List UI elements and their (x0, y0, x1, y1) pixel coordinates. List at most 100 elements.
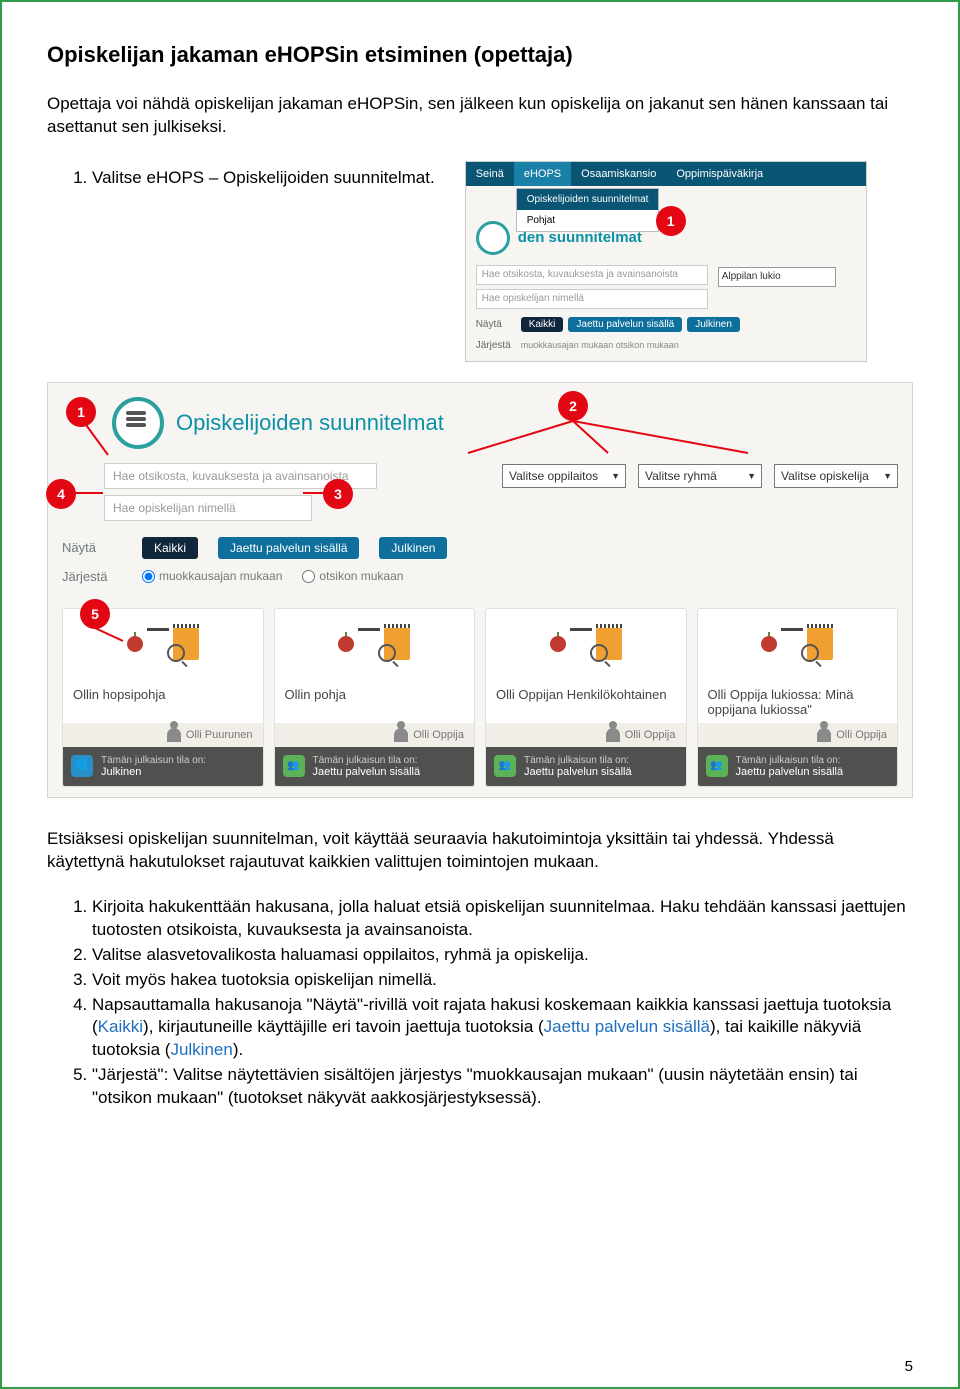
nav-osaamiskansio[interactable]: Osaamiskansio (571, 162, 666, 186)
instruction-list: Kirjoita hakukenttään hakusana, jolla ha… (47, 896, 913, 1110)
top-step-list: Valitse eHOPS – Opiskelijoiden suunnitel… (47, 167, 435, 192)
person-icon (167, 728, 181, 742)
marker-main-2: 2 (558, 391, 588, 421)
binder-icon (147, 628, 169, 659)
i4-part-d: ). (233, 1040, 243, 1059)
screenshot-nav: Seinä eHOPS Osaamiskansio Oppimispäiväki… (465, 161, 867, 362)
result-cards: Ollin hopsipohja Olli Puurunen 🌐 Tämän j… (62, 608, 898, 787)
tag-julkinen[interactable]: Julkinen (379, 537, 447, 559)
i4-part-b: ), kirjautuneille käyttäjille eri tavoin… (143, 1017, 544, 1036)
card-title: Olli Oppija lukiossa: Minä oppijana luki… (698, 679, 898, 723)
result-card[interactable]: Olli Oppijan Henkilökohtainen Olli Oppij… (485, 608, 687, 787)
instruction-3: Voit myös hakea tuotoksia opiskelijan ni… (92, 969, 913, 992)
radio-otsikko-input[interactable] (302, 570, 315, 583)
mini-pill-julkinen[interactable]: Julkinen (687, 317, 740, 332)
card-footer: 👥 Tämän julkaisun tila on: Jaettu palvel… (698, 747, 898, 786)
nayta-row: Näytä Kaikki Jaettu palvelun sisällä Jul… (62, 537, 898, 559)
mini-pill-jaettu[interactable]: Jaettu palvelun sisällä (568, 317, 682, 332)
card-author-row: Olli Puurunen (63, 723, 263, 747)
card-footer-value: Jaettu palvelun sisällä (313, 766, 421, 778)
person-icon (606, 728, 620, 742)
apple-icon (761, 636, 777, 652)
instruction-2: Valitse alasvetovalikosta haluamasi oppi… (92, 944, 913, 967)
card-footer-text: Tämän julkaisun tila on: Jaettu palvelun… (524, 755, 632, 778)
mini-pill-kaikki[interactable]: Kaikki (521, 317, 564, 332)
globe-icon: 🌐 (71, 755, 93, 777)
mini-page-title-text: den suunnitelmat (518, 229, 642, 246)
jarjesta-row: Järjestä muokkausajan mukaan otsikon muk… (62, 569, 898, 584)
card-footer: 👥 Tämän julkaisun tila on: Jaettu palvel… (486, 747, 686, 786)
nayta-label: Näytä (62, 540, 122, 555)
nav-bar: Seinä eHOPS Osaamiskansio Oppimispäiväki… (466, 162, 866, 186)
card-author-row: Olli Oppija (486, 723, 686, 747)
notebook-icon (384, 628, 410, 660)
apple-icon (127, 636, 143, 652)
card-author: Olli Oppija (836, 729, 887, 741)
notebook-icon (807, 628, 833, 660)
card-footer-text: Tämän julkaisun tila on: Julkinen (101, 755, 206, 778)
apple-icon (338, 636, 354, 652)
instruction-5: "Järjestä": Valitse näytettävien sisältö… (92, 1064, 913, 1110)
card-author: Olli Oppija (413, 729, 464, 741)
select-oppilaitos[interactable]: Valitse oppilaitos (502, 464, 626, 488)
card-title: Ollin hopsipohja (63, 679, 263, 723)
radio-otsikko-label: otsikon mukaan (319, 569, 403, 583)
mini-search-2[interactable]: Hae opiskelijan nimellä (476, 289, 708, 309)
card-title: Olli Oppijan Henkilökohtainen (486, 679, 686, 723)
mini-search-1[interactable]: Hae otsikosta, kuvauksesta ja avainsanoi… (476, 265, 708, 285)
radio-muokkausaika[interactable]: muokkausajan mukaan (142, 569, 282, 583)
search-row-1: Hae otsikosta, kuvauksesta ja avainsanoi… (62, 463, 898, 489)
i4-link-kaikki: Kaikki (98, 1017, 143, 1036)
binder-icon (570, 628, 592, 659)
tag-kaikki[interactable]: Kaikki (142, 537, 198, 559)
nav-oppimispaivakirja[interactable]: Oppimispäiväkirja (666, 162, 773, 186)
tag-jaettu[interactable]: Jaettu palvelun sisällä (218, 537, 359, 559)
card-footer-label: Tämän julkaisun tila on: (736, 755, 844, 766)
result-card[interactable]: Ollin pohja Olli Oppija 👥 Tämän julkaisu… (274, 608, 476, 787)
card-footer-text: Tämän julkaisun tila on: Jaettu palvelun… (313, 755, 421, 778)
page-number: 5 (905, 1358, 913, 1375)
top-step-row: Valitse eHOPS – Opiskelijoiden suunnitel… (47, 161, 913, 362)
result-card[interactable]: Ollin hopsipohja Olli Puurunen 🌐 Tämän j… (62, 608, 264, 787)
jarjesta-label: Järjestä (62, 569, 122, 584)
card-author-row: Olli Oppija (698, 723, 898, 747)
card-author: Olli Oppija (625, 729, 676, 741)
card-thumbnail (275, 609, 475, 679)
search-input-name[interactable]: Hae opiskelijan nimellä (104, 495, 312, 521)
card-author: Olli Puurunen (186, 729, 253, 741)
card-footer: 🌐 Tämän julkaisun tila on: Julkinen (63, 747, 263, 786)
card-footer-label: Tämän julkaisun tila on: (101, 755, 206, 766)
card-title: Ollin pohja (275, 679, 475, 723)
magnifier-icon (590, 644, 608, 662)
notebook-icon (596, 628, 622, 660)
intro-paragraph: Opettaja voi nähdä opiskelijan jakaman e… (47, 93, 913, 139)
binder-icon (781, 628, 803, 659)
marker-main-5: 5 (80, 599, 110, 629)
mini-school-select[interactable]: Alppilan lukio (718, 267, 836, 287)
group-icon: 👥 (283, 755, 305, 777)
main-title-text: Opiskelijoiden suunnitelmat (176, 410, 444, 436)
radio-otsikko[interactable]: otsikon mukaan (302, 569, 403, 583)
mini-jarj-label: Järjestä (476, 340, 516, 351)
marker-main-4: 4 (46, 479, 76, 509)
card-footer-label: Tämän julkaisun tila on: (524, 755, 632, 766)
card-thumbnail (698, 609, 898, 679)
nav-seina[interactable]: Seinä (466, 162, 514, 186)
nav-ehops[interactable]: eHOPS (514, 162, 571, 186)
card-footer-text: Tämän julkaisun tila on: Jaettu palvelun… (736, 755, 844, 778)
select-ryhma[interactable]: Valitse ryhmä (638, 464, 762, 488)
instruction-1: Kirjoita hakukenttään hakusana, jolla ha… (92, 896, 913, 942)
dropdown-opiskelijoiden[interactable]: Opiskelijoiden suunnitelmat (517, 189, 659, 210)
group-icon: 👥 (706, 755, 728, 777)
card-author-row: Olli Oppija (275, 723, 475, 747)
card-footer-value: Julkinen (101, 766, 206, 778)
person-icon (817, 728, 831, 742)
result-card[interactable]: Olli Oppija lukiossa: Minä oppijana luki… (697, 608, 899, 787)
dropdown-pohjat[interactable]: Pohjat (517, 210, 659, 231)
notebook-icon (173, 628, 199, 660)
radio-muokkausaika-input[interactable] (142, 570, 155, 583)
ehops-dropdown: Opiskelijoiden suunnitelmat Pohjat (516, 188, 660, 232)
i4-link-jaettu: Jaettu palvelun sisällä (544, 1017, 710, 1036)
select-opiskelija[interactable]: Valitse opiskelija (774, 464, 898, 488)
mini-nayta-row: Näytä Kaikki Jaettu palvelun sisällä Jul… (476, 317, 856, 332)
